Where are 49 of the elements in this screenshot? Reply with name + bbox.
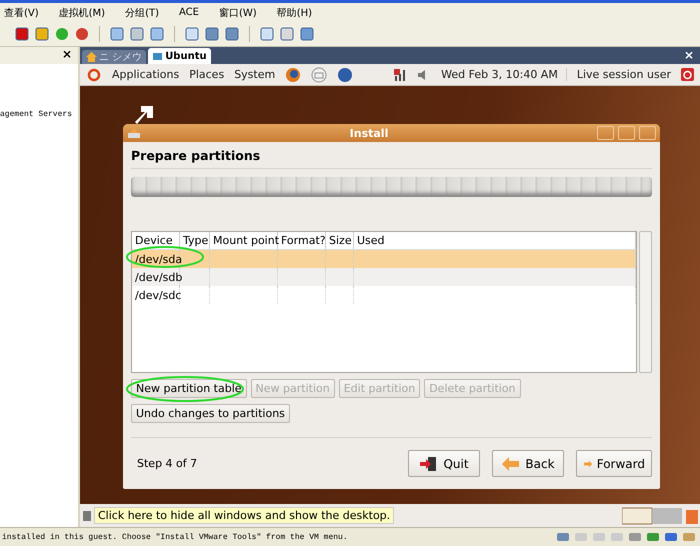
menu-item[interactable]: 窗口(W) [218, 6, 257, 20]
user-menu[interactable]: Live session user [576, 68, 671, 81]
menu-item[interactable]: 分组(T) [125, 6, 160, 20]
table-cell: /dev/sdc [132, 286, 180, 304]
scrollbar[interactable] [639, 231, 652, 373]
column-header[interactable]: Format? [278, 232, 326, 249]
play-icon[interactable] [54, 26, 70, 42]
home-icon [86, 52, 97, 62]
quit-button[interactable]: Quit [408, 450, 480, 477]
ubuntu-logo-icon [86, 66, 102, 82]
column-header[interactable]: Size [326, 232, 354, 249]
forward-button[interactable]: Forward [576, 450, 652, 477]
vm-icon [152, 51, 164, 61]
column-header[interactable]: Device [132, 232, 180, 249]
left-arrow-icon [501, 456, 522, 472]
desktop-icon[interactable] [133, 104, 155, 126]
sidebar-item[interactable]: agement Servers [0, 110, 78, 119]
column-header[interactable]: Type [180, 232, 210, 249]
step-label: Step 4 of 7 [137, 457, 198, 470]
workspace-switcher-icon[interactable] [622, 506, 682, 524]
stop-icon[interactable] [14, 26, 30, 42]
browser-icon[interactable] [285, 66, 302, 82]
undo-button[interactable]: Undo changes to partitions [131, 404, 290, 423]
network-icon[interactable] [393, 68, 408, 82]
power-icon[interactable] [681, 68, 694, 81]
back-button[interactable]: Back [492, 450, 564, 477]
menu-item[interactable]: ACE [179, 7, 199, 18]
panel-menu[interactable]: Places [189, 68, 224, 81]
mail-icon[interactable] [311, 66, 328, 82]
panel-menu[interactable]: System [234, 68, 276, 81]
close-button[interactable]: × [684, 48, 694, 62]
table-row[interactable]: /dev/sdc [132, 286, 636, 304]
status-message: installed in this guest. Choose "Install VMware Tools" from the VM menu. [2, 532, 349, 542]
menu-item[interactable]: 帮助(H) [276, 6, 312, 20]
pause-icon[interactable] [34, 26, 50, 42]
vm-tab[interactable]: Ubuntu [148, 48, 211, 64]
clock[interactable]: Wed Feb 3, 10:40 AM [441, 68, 567, 81]
installer-icon [127, 127, 141, 139]
close-button[interactable]: × [62, 47, 72, 64]
column-header[interactable]: Mount point [210, 232, 278, 249]
show-desktop-icon[interactable] [82, 508, 92, 522]
menu-item[interactable]: 虚拟机(M) [58, 6, 106, 20]
tooltip: Click here to hide all windows and show the desktop. [94, 507, 394, 524]
panel-menu[interactable]: Applications [112, 68, 180, 81]
page-heading: Prepare partitions [131, 146, 652, 169]
column-header[interactable]: Used [354, 232, 636, 249]
table-row[interactable]: /dev/sdb [132, 268, 636, 286]
menu-item[interactable]: 查看(V) [4, 6, 39, 20]
window-title: Install [348, 126, 390, 140]
